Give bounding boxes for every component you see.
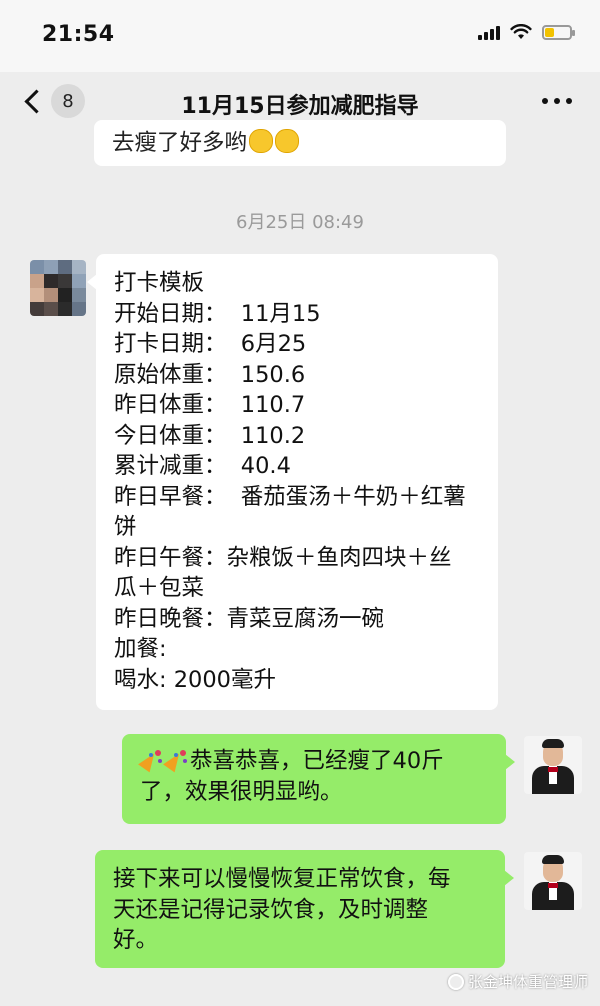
party-popper-icon	[140, 749, 162, 771]
checkin-original-weight: 原始体重： 150.6	[114, 361, 306, 388]
watermark-logo-icon	[447, 973, 464, 990]
more-dots-icon	[542, 98, 548, 104]
message-text-line: 天还是记得记录饮食，及时调整	[113, 896, 429, 923]
checkin-today-weight: 今日体重： 110.2	[114, 422, 306, 449]
laughing-emoji-icon	[249, 129, 274, 153]
self-avatar[interactable]	[524, 736, 582, 794]
checkin-dinner: 昨日晚餐：青菜豆腐汤一碗	[114, 605, 385, 632]
checkin-breakfast-cont: 饼	[114, 514, 137, 540]
wifi-icon	[510, 24, 532, 39]
more-options-button[interactable]	[542, 98, 572, 104]
laughing-emoji-icon	[275, 129, 300, 153]
message-text-line: 恭喜恭喜，已经瘦了40斤	[140, 746, 488, 777]
message-text-line: 好。	[113, 927, 159, 953]
status-bar: 21:54	[0, 0, 600, 72]
message-text-line: 接下来可以慢慢恢复正常饮食，每	[113, 866, 451, 892]
message-text: 去瘦了好多哟	[112, 129, 300, 156]
message-bubble-advice[interactable]: 接下来可以慢慢恢复正常饮食，每 天还是记得记录饮食，及时调整 好。	[95, 850, 514, 968]
checkin-lunch: 昨日午餐：杂粮饭＋鱼肉四块＋丝	[114, 544, 452, 571]
checkin-start-date: 开始日期： 11月15	[114, 300, 321, 327]
battery-icon	[542, 24, 575, 40]
status-icons	[478, 24, 575, 40]
watermark: 张金坤体重管理师	[447, 971, 588, 992]
message-timestamp: 6月25日 08:49	[236, 212, 364, 233]
message-text-line: 了，效果很明显哟。	[140, 778, 343, 805]
checkin-snack: 加餐:	[114, 636, 167, 662]
checkin-breakfast: 昨日早餐： 番茄蛋汤＋牛奶＋红薯	[114, 483, 466, 510]
party-popper-icon	[165, 749, 187, 771]
message-bubble-previous[interactable]: 去瘦了好多哟	[94, 120, 506, 166]
checkin-yesterday-weight: 昨日体重： 110.7	[114, 392, 306, 418]
sender-avatar[interactable]	[30, 260, 86, 316]
signal-icon	[478, 24, 500, 40]
self-avatar[interactable]	[524, 852, 582, 910]
checkin-lunch-cont: 瓜＋包菜	[114, 575, 205, 601]
checkin-total-loss: 累计减重： 40.4	[114, 453, 291, 479]
checkin-title: 打卡模板	[114, 270, 205, 296]
chat-title: 11月15日参加减肥指导	[181, 94, 419, 119]
checkin-water: 喝水: 2000毫升	[114, 666, 276, 693]
status-time: 21:54	[42, 22, 115, 47]
message-bubble-checkin[interactable]: 打卡模板 开始日期： 11月15 打卡日期： 6月25 原始体重： 150.6 …	[87, 254, 498, 710]
checkin-date: 打卡日期： 6月25	[114, 331, 307, 357]
message-bubble-congrats[interactable]: 恭喜恭喜，已经瘦了40斤 了，效果很明显哟。	[122, 734, 515, 824]
